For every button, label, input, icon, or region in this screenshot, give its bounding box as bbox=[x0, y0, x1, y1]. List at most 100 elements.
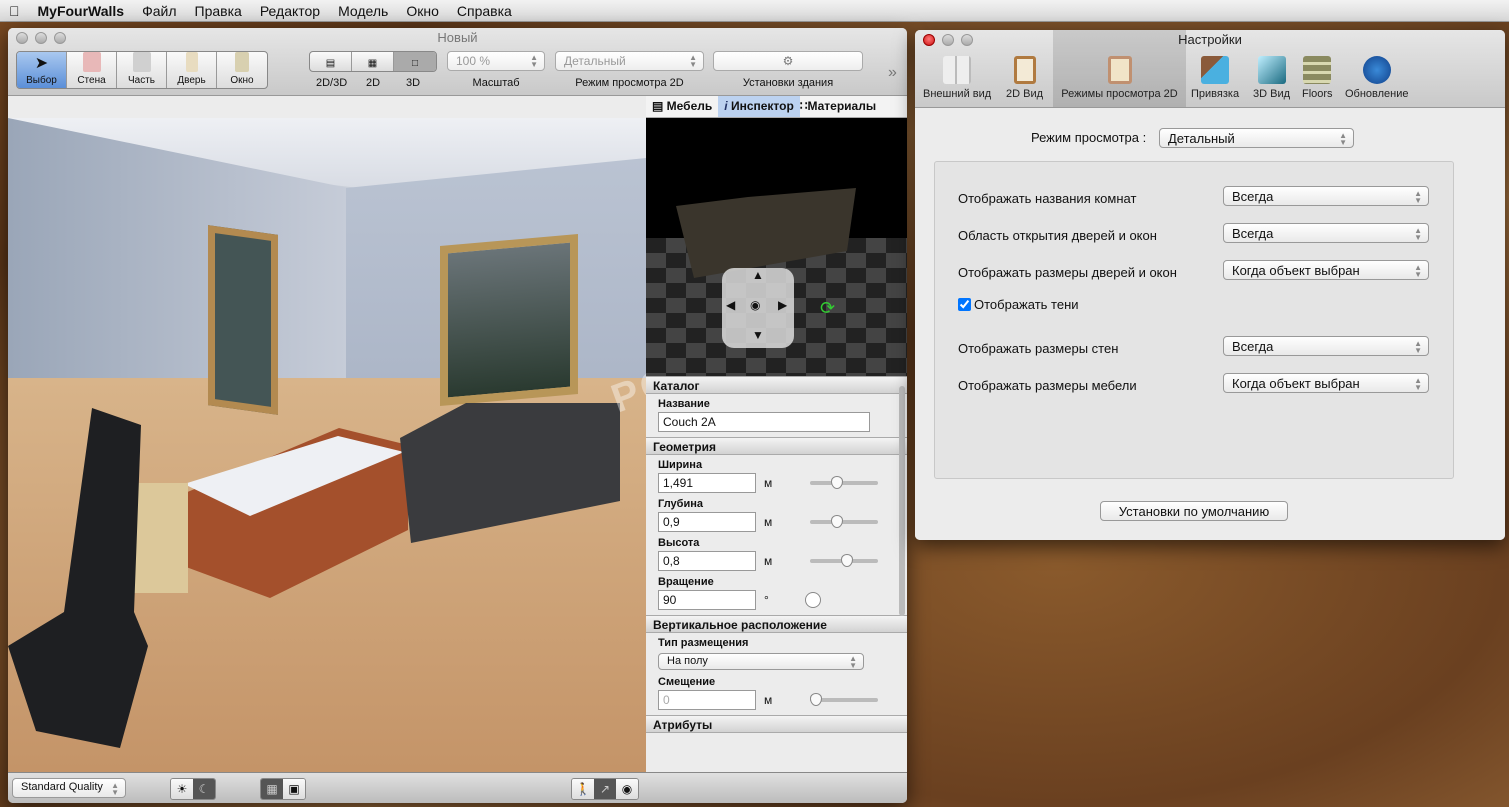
shadows-checkbox[interactable] bbox=[958, 298, 971, 311]
tab-furniture[interactable]: ▤ Мебель bbox=[646, 96, 718, 117]
minimize-button[interactable] bbox=[35, 32, 47, 44]
zoom-button[interactable] bbox=[961, 34, 973, 46]
arrow-right-icon[interactable]: ▶ bbox=[778, 298, 787, 312]
window-icon bbox=[235, 52, 249, 72]
tab-inspector[interactable]: i Инспектор bbox=[718, 96, 800, 117]
pref-snap[interactable]: Привязка bbox=[1191, 56, 1239, 100]
pref-update[interactable]: Обновление bbox=[1345, 56, 1409, 100]
section-attributes[interactable]: Атрибуты bbox=[646, 715, 907, 733]
zoom-button[interactable] bbox=[54, 32, 66, 44]
rotation-label: Вращение bbox=[658, 576, 714, 588]
floors-icon bbox=[1303, 56, 1332, 84]
setting-label: Отображать размеры дверей и окон bbox=[958, 265, 1177, 280]
arrow-left-icon[interactable]: ◀ bbox=[726, 298, 735, 312]
mode-value: Детальный bbox=[1168, 131, 1235, 146]
walk-icon[interactable]: 🚶 bbox=[572, 779, 594, 799]
menu-window[interactable]: Окно bbox=[397, 3, 448, 19]
offset-input[interactable]: 0 bbox=[658, 690, 756, 710]
tool-window[interactable]: Окно bbox=[217, 52, 267, 88]
tab-label: Материалы bbox=[807, 99, 877, 113]
rotation-knob[interactable] bbox=[804, 592, 821, 608]
placement-select[interactable]: На полу ▲ ▼ bbox=[658, 652, 864, 670]
navigation-pad[interactable]: ▲ ◀ ◉ ▶ ▼ bbox=[722, 268, 794, 348]
setting-select-door-area[interactable]: Всегда ▲ ▼ bbox=[1223, 223, 1429, 243]
close-button[interactable] bbox=[923, 34, 935, 46]
setting-select-door-dims[interactable]: Когда объект выбран ▲ ▼ bbox=[1223, 260, 1429, 280]
menu-model[interactable]: Модель bbox=[329, 3, 397, 19]
offset-slider[interactable] bbox=[810, 693, 879, 706]
quality-select[interactable]: Standard Quality ▲ ▼ bbox=[12, 778, 126, 798]
menu-file[interactable]: Файл bbox=[133, 3, 185, 19]
menu-editor[interactable]: Редактор bbox=[251, 3, 329, 19]
depth-slider[interactable] bbox=[810, 515, 879, 528]
name-input[interactable]: Couch 2A bbox=[658, 412, 870, 432]
close-button[interactable] bbox=[16, 32, 28, 44]
menu-bar:  MyFourWalls Файл Правка Редактор Модел… bbox=[0, 0, 1509, 22]
pref-2d-modes[interactable]: Режимы просмотра 2D bbox=[1053, 30, 1186, 107]
grid-icon bbox=[943, 56, 972, 84]
tool-door[interactable]: Дверь bbox=[167, 52, 217, 88]
restore-defaults-button[interactable]: Установки по умолчанию bbox=[1100, 501, 1288, 521]
pref-appearance[interactable]: Внешний вид bbox=[923, 56, 991, 100]
moon-icon[interactable]: ☾ bbox=[193, 779, 215, 799]
settings-window: Настройки Внешний вид 2D Вид Режимы прос… bbox=[915, 30, 1505, 540]
view-3d-button[interactable]: □ bbox=[394, 52, 436, 71]
mode2d-select[interactable]: Детальный ▲ ▼ bbox=[555, 51, 704, 71]
depth-input[interactable]: 0,9 bbox=[658, 512, 756, 532]
orbit-eye-icon[interactable]: ◉ bbox=[616, 779, 638, 799]
section-geometry[interactable]: Геометрия bbox=[646, 437, 907, 455]
setting-label: Отображать размеры мебели bbox=[958, 378, 1137, 393]
3d-viewport[interactable]: PORTAL bbox=[8, 118, 646, 772]
tool-part[interactable]: Часть bbox=[117, 52, 167, 88]
width-input[interactable]: 1,491 bbox=[658, 473, 756, 493]
setting-select-furniture-dims[interactable]: Когда объект выбран ▲ ▼ bbox=[1223, 373, 1429, 393]
pref-3d-view[interactable]: 3D Вид bbox=[1253, 56, 1290, 100]
name-label: Название bbox=[658, 398, 710, 410]
mode-select[interactable]: Детальный ▲ ▼ bbox=[1159, 128, 1354, 148]
setting-select-room-names[interactable]: Всегда ▲ ▼ bbox=[1223, 186, 1429, 206]
setting-label: Отображать размеры стен bbox=[958, 341, 1119, 356]
setting-select-wall-dims[interactable]: Всегда ▲ ▼ bbox=[1223, 336, 1429, 356]
tab-materials[interactable]: ∷Материалы bbox=[800, 96, 882, 117]
arrow-up-icon[interactable]: ▲ bbox=[752, 268, 764, 282]
menu-app[interactable]: MyFourWalls bbox=[29, 3, 134, 19]
pref-floors[interactable]: Floors bbox=[1302, 56, 1333, 100]
pref-2d-view[interactable]: 2D Вид bbox=[1006, 56, 1043, 100]
refresh-icon[interactable]: ⟳ bbox=[820, 298, 835, 319]
building-settings-button[interactable]: ⚙ bbox=[713, 51, 863, 71]
section-catalog[interactable]: Каталог bbox=[646, 376, 907, 394]
apple-icon[interactable]:  bbox=[0, 3, 29, 19]
setting-value: Всегда bbox=[1232, 339, 1274, 354]
height-slider[interactable] bbox=[810, 554, 879, 567]
zoom-select[interactable]: 100 % ▲ ▼ bbox=[447, 51, 545, 71]
tool-wall[interactable]: Стена bbox=[67, 52, 117, 88]
view-2d3d-button[interactable]: ▤ bbox=[310, 52, 352, 71]
minimize-button[interactable] bbox=[942, 34, 954, 46]
toolbar-overflow-button[interactable]: » bbox=[888, 64, 897, 82]
view-2d-button[interactable]: ▦ bbox=[352, 52, 394, 71]
fly-icon[interactable]: ↗ bbox=[594, 779, 616, 799]
width-label: Ширина bbox=[658, 459, 703, 471]
menu-edit[interactable]: Правка bbox=[186, 3, 251, 19]
section-vertical[interactable]: Вертикальное расположение bbox=[646, 615, 907, 633]
pref-label: Floors bbox=[1302, 88, 1333, 100]
height-input[interactable]: 0,8 bbox=[658, 551, 756, 571]
hierarchy-icon[interactable]: ▣ bbox=[283, 779, 305, 799]
width-slider[interactable] bbox=[810, 476, 879, 489]
object-preview[interactable]: ▲ ◀ ◉ ▶ ▼ ⟳ bbox=[646, 118, 907, 376]
unit: м bbox=[764, 554, 773, 568]
rotation-input[interactable]: 90 bbox=[658, 590, 756, 610]
setting-label: Отображать названия комнат bbox=[958, 191, 1137, 206]
arrow-down-icon[interactable]: ▼ bbox=[752, 328, 764, 342]
mode2d-value: Детальный bbox=[564, 54, 626, 68]
tab-label: Мебель bbox=[666, 99, 713, 113]
shadows-checkbox-row[interactable]: Отображать тени bbox=[958, 297, 1079, 312]
menu-help[interactable]: Справка bbox=[448, 3, 521, 19]
list-icon: ▤ bbox=[652, 99, 667, 113]
window-title: Новый bbox=[8, 28, 907, 50]
sun-icon[interactable]: ☀ bbox=[171, 779, 193, 799]
layout-icon[interactable]: ▦ bbox=[261, 779, 283, 799]
unit: м bbox=[764, 693, 773, 707]
inspector-scrollbar[interactable] bbox=[899, 386, 905, 616]
tool-select[interactable]: ➤ Выбор bbox=[17, 52, 67, 88]
